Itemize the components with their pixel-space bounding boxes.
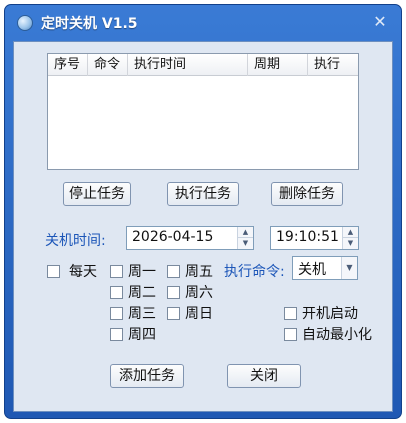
spin-up-icon[interactable]: ▲ (343, 227, 358, 238)
command-select[interactable]: 关机 ▼ (292, 256, 358, 280)
date-picker[interactable]: 2026-04-15 ▲ ▼ (126, 226, 254, 250)
auto-minimize-checkbox[interactable]: 自动最小化 (284, 324, 372, 344)
column-header-index[interactable]: 序号 (48, 54, 88, 76)
sunday-checkbox[interactable]: 周日 (167, 303, 213, 323)
thursday-checkbox[interactable]: 周四 (110, 324, 156, 344)
startup-checkbox[interactable]: 开机启动 (284, 303, 358, 323)
app-window: 定时关机 V1.5 ✕ 序号 命令 执行时间 周期 执行 停止任务 执行任务 删… (4, 4, 402, 419)
window-title: 定时关机 V1.5 (41, 16, 138, 32)
friday-checkbox[interactable]: 周五 (167, 261, 213, 281)
spin-down-icon[interactable]: ▼ (238, 238, 253, 249)
title-bar[interactable]: 定时关机 V1.5 ✕ (5, 5, 401, 41)
spin-down-icon[interactable]: ▼ (343, 238, 358, 249)
delete-task-button[interactable]: 删除任务 (271, 182, 343, 206)
task-list[interactable]: 序号 命令 执行时间 周期 执行 (47, 53, 359, 170)
add-task-button[interactable]: 添加任务 (110, 364, 184, 388)
client-area: 序号 命令 执行时间 周期 执行 停止任务 执行任务 删除任务 关机时间: 20… (13, 41, 393, 412)
command-value: 关机 (298, 262, 326, 278)
time-picker[interactable]: 19:10:51 ▲ ▼ (270, 226, 359, 250)
checkbox-box[interactable] (167, 264, 180, 278)
column-header-time[interactable]: 执行时间 (128, 54, 248, 76)
checkbox-box[interactable] (110, 327, 123, 341)
wednesday-checkbox[interactable]: 周三 (110, 303, 156, 323)
column-header-command[interactable]: 命令 (88, 54, 128, 76)
day-label: 周六 (185, 285, 213, 301)
day-label: 周日 (185, 306, 213, 322)
checkbox-box[interactable] (284, 306, 297, 320)
column-header-cycle[interactable]: 周期 (248, 54, 308, 76)
checkbox-box[interactable] (284, 327, 297, 341)
checkbox-box[interactable] (110, 264, 123, 278)
everyday-checkbox[interactable]: 每天 (47, 261, 97, 281)
stop-task-button[interactable]: 停止任务 (63, 182, 131, 206)
startup-label: 开机启动 (302, 306, 358, 322)
checkbox-box[interactable] (167, 306, 180, 320)
close-icon[interactable]: ✕ (371, 13, 389, 31)
chevron-down-icon[interactable]: ▼ (341, 257, 357, 279)
checkbox-box[interactable] (167, 285, 180, 299)
day-label: 周三 (128, 306, 156, 322)
close-button[interactable]: 关闭 (227, 364, 301, 388)
day-label: 周二 (128, 285, 156, 301)
command-label: 执行命令: (224, 264, 285, 280)
date-spinner[interactable]: ▲ ▼ (237, 227, 253, 249)
checkbox-box[interactable] (47, 264, 60, 278)
date-value: 2026-04-15 (132, 229, 214, 245)
everyday-label: 每天 (69, 264, 97, 280)
task-list-header: 序号 命令 执行时间 周期 执行 (48, 54, 358, 76)
day-label: 周四 (128, 327, 156, 343)
checkbox-box[interactable] (110, 285, 123, 299)
spin-up-icon[interactable]: ▲ (238, 227, 253, 238)
column-header-execute[interactable]: 执行 (308, 54, 358, 76)
monday-checkbox[interactable]: 周一 (110, 261, 156, 281)
day-label: 周五 (185, 264, 213, 280)
shutdown-time-label: 关机时间: (45, 233, 106, 249)
checkbox-box[interactable] (110, 306, 123, 320)
app-icon (17, 15, 33, 31)
time-value: 19:10:51 (276, 229, 339, 245)
tuesday-checkbox[interactable]: 周二 (110, 282, 156, 302)
day-label: 周一 (128, 264, 156, 280)
run-task-button[interactable]: 执行任务 (167, 182, 239, 206)
time-spinner[interactable]: ▲ ▼ (342, 227, 358, 249)
saturday-checkbox[interactable]: 周六 (167, 282, 213, 302)
auto-minimize-label: 自动最小化 (302, 327, 372, 343)
